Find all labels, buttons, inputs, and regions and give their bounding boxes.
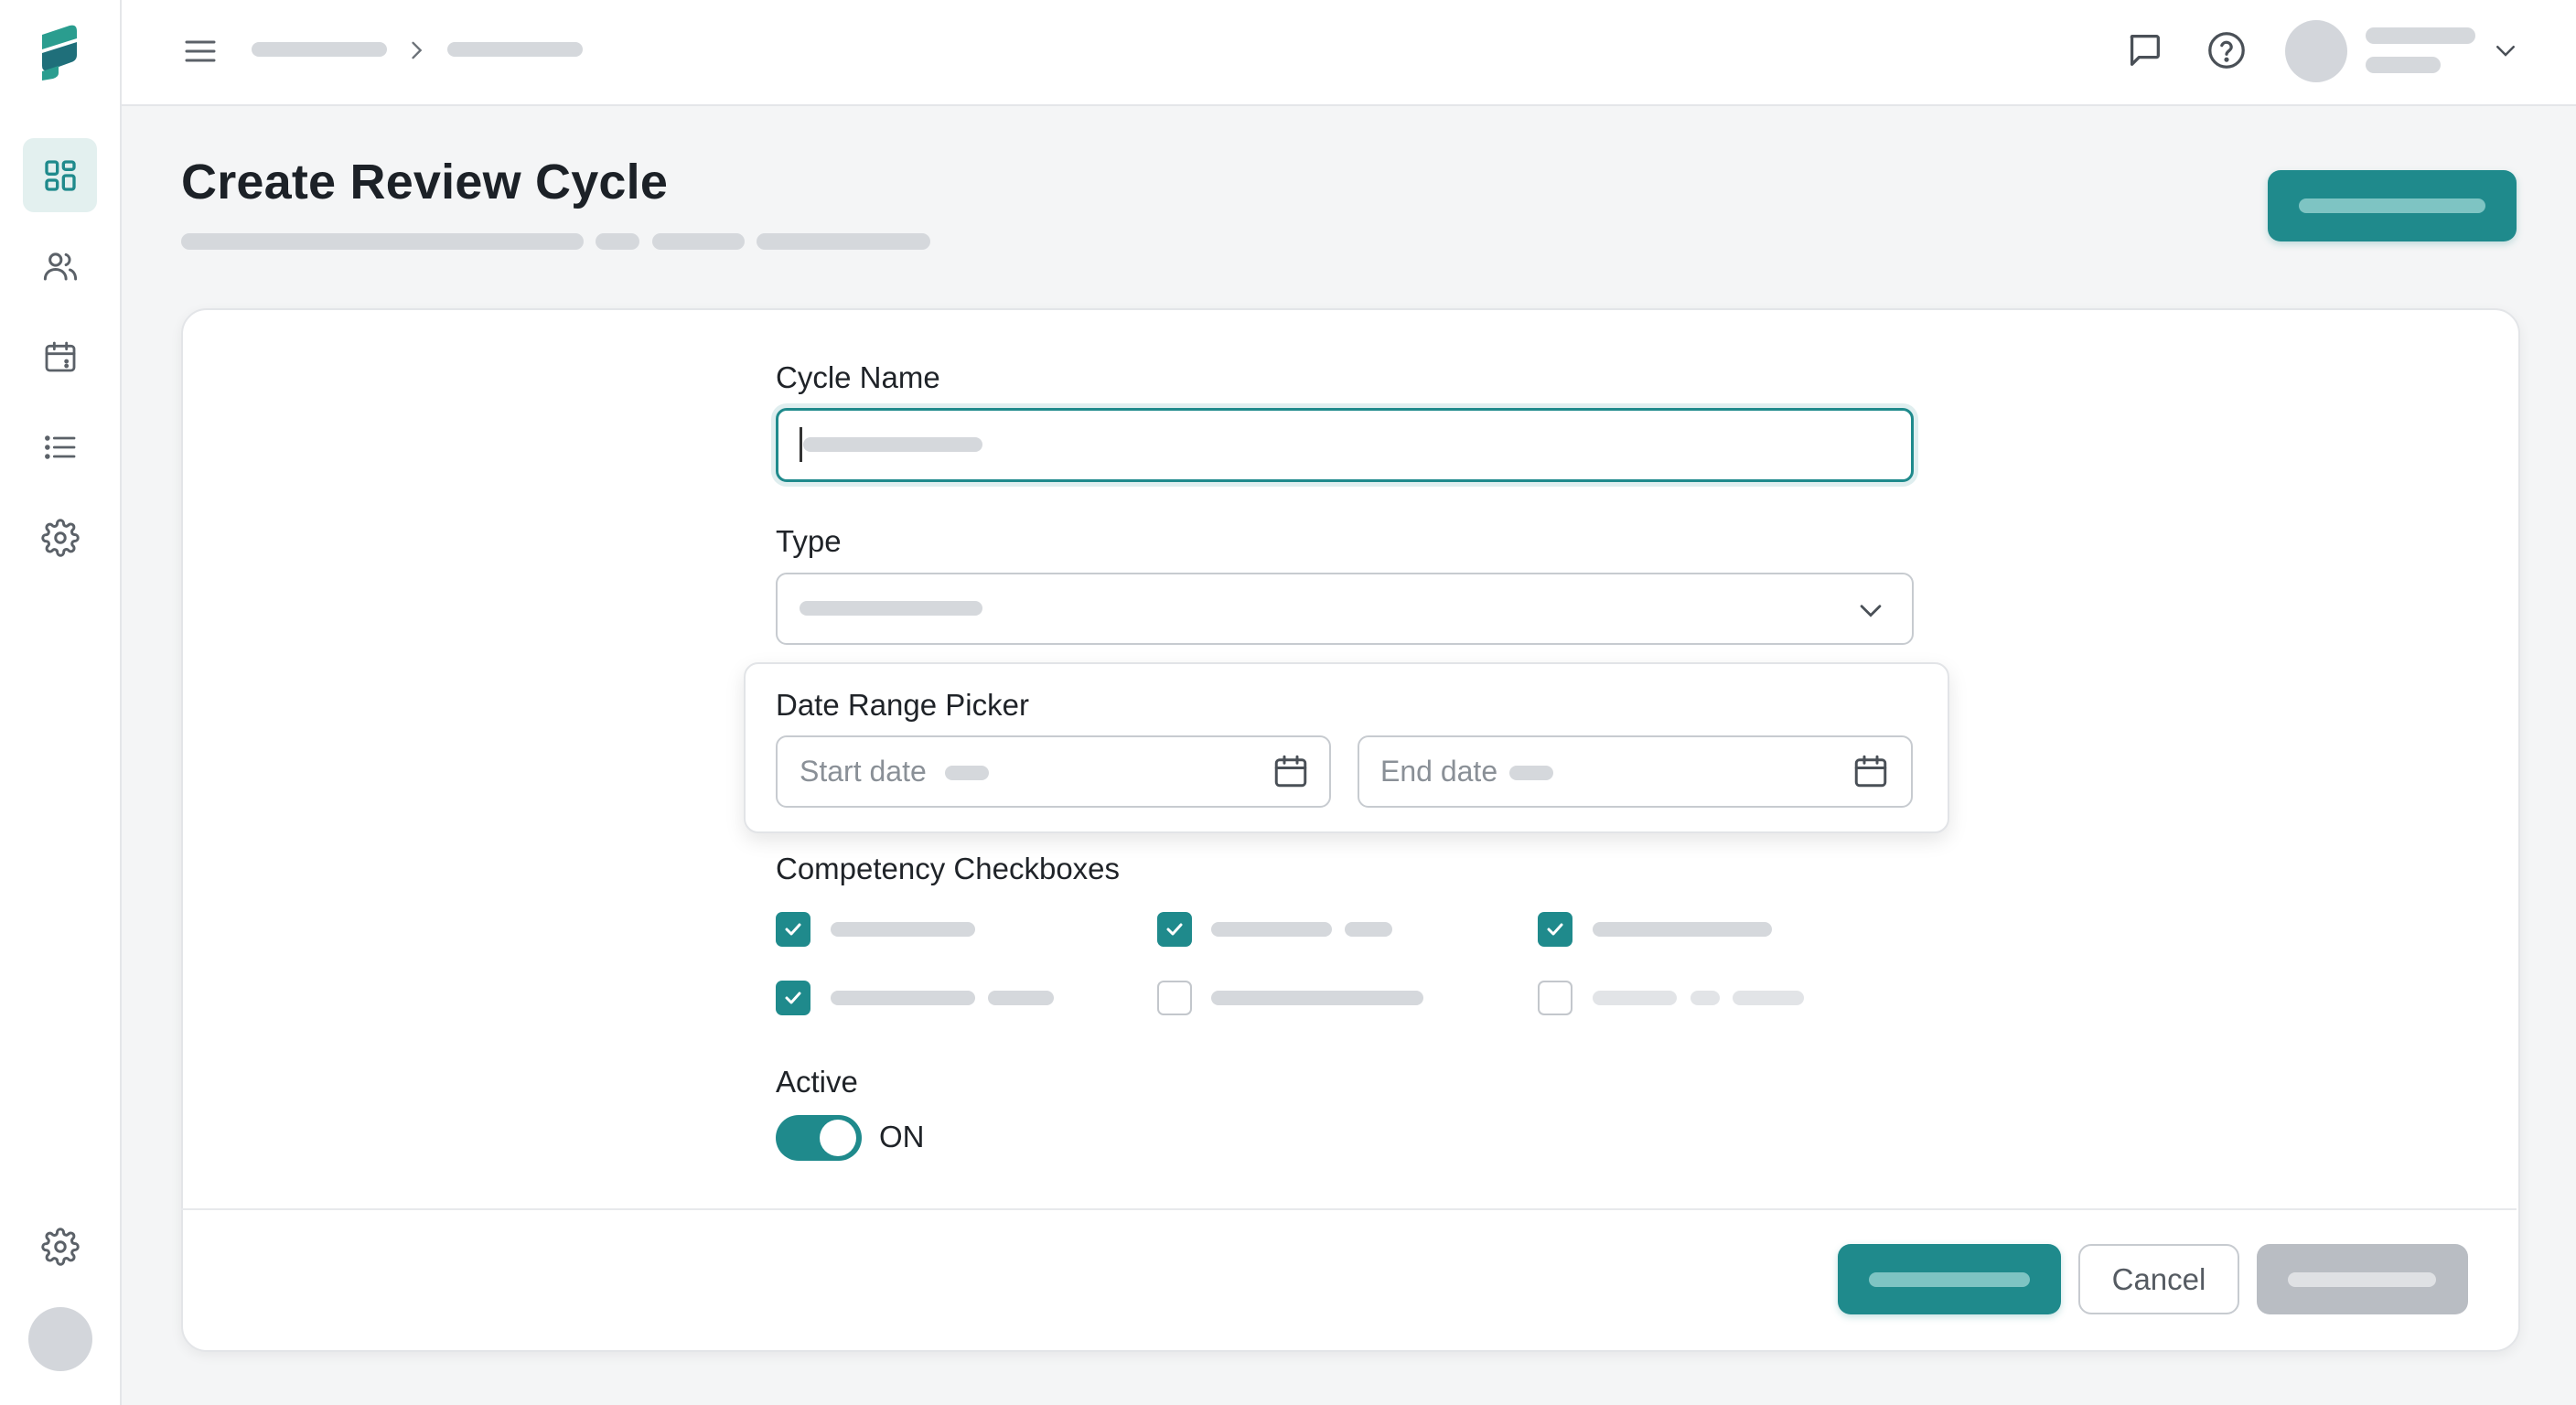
calendar-icon[interactable] — [1272, 752, 1310, 790]
competency-label-placeholder — [831, 922, 975, 937]
page-subtitle-placeholder — [596, 233, 639, 250]
chevron-right-icon — [412, 41, 423, 59]
competency-checkbox-1[interactable] — [776, 912, 810, 947]
text-cursor — [800, 427, 802, 462]
disabled-action-button — [2257, 1244, 2468, 1314]
menu-icon[interactable] — [182, 33, 219, 70]
sidebar-item-settings-bottom[interactable] — [23, 1209, 97, 1283]
check-icon — [1166, 923, 1183, 936]
active-state-text: ON — [879, 1120, 925, 1153]
date-range-label: Date Range Picker — [776, 688, 1029, 722]
chevron-down-icon[interactable] — [2492, 37, 2519, 64]
check-icon — [785, 923, 801, 936]
competency-label: Competency Checkboxes — [776, 852, 1121, 885]
check-icon — [1547, 923, 1563, 936]
page-subtitle-placeholder — [652, 233, 745, 250]
competency-label-placeholder — [1211, 991, 1423, 1005]
cycle-name-label: Cycle Name — [776, 360, 940, 394]
breadcrumb-item-placeholder[interactable] — [252, 42, 387, 57]
type-label: Type — [776, 524, 842, 558]
end-date-placeholder: End date — [1380, 755, 1498, 788]
settings-icon — [40, 1227, 80, 1266]
competency-label-placeholder — [1593, 922, 1772, 937]
breadcrumb-current-placeholder — [447, 42, 583, 57]
competency-label-placeholder — [1345, 922, 1392, 937]
sidebar-avatar[interactable] — [28, 1307, 92, 1371]
message-icon[interactable] — [2123, 29, 2165, 71]
submit-button[interactable] — [1838, 1244, 2061, 1314]
competency-checkbox-6[interactable] — [1538, 981, 1572, 1015]
competency-label-placeholder — [1211, 922, 1332, 937]
calendar-icon — [45, 341, 75, 371]
app-logo[interactable] — [35, 24, 86, 80]
page-subtitle-placeholder — [181, 233, 584, 250]
type-value-placeholder — [800, 601, 982, 616]
competency-label-placeholder — [831, 991, 975, 1005]
sidebar — [0, 0, 122, 1405]
competency-checkbox-2[interactable] — [1157, 912, 1192, 947]
header-primary-button[interactable] — [2268, 170, 2517, 241]
people-icon — [43, 252, 77, 280]
list-icon — [44, 434, 75, 459]
competency-checkbox-3[interactable] — [1538, 912, 1572, 947]
button-label-placeholder — [2288, 1272, 2436, 1287]
cancel-button[interactable]: Cancel — [2078, 1244, 2239, 1314]
page-title: Create Review Cycle — [181, 155, 669, 209]
toggle-knob — [820, 1120, 856, 1156]
chevron-down-icon — [1860, 605, 1882, 617]
check-icon — [785, 992, 801, 1004]
competency-checkbox-5[interactable] — [1157, 981, 1192, 1015]
page-subtitle-placeholder — [757, 233, 930, 250]
competency-label-placeholder — [1690, 991, 1720, 1005]
user-role-placeholder — [2366, 57, 2441, 73]
end-date-format-placeholder — [1509, 766, 1553, 780]
sidebar-item-dashboard[interactable] — [23, 138, 97, 212]
card-footer-divider — [181, 1208, 2517, 1210]
active-toggle[interactable] — [776, 1115, 862, 1161]
competency-label-placeholder — [1733, 991, 1804, 1005]
dashboard-icon — [44, 159, 76, 191]
cycle-name-value-placeholder — [803, 437, 982, 452]
sidebar-item-settings[interactable] — [23, 500, 97, 574]
sidebar-item-calendar[interactable] — [23, 319, 97, 393]
competency-checkbox-4[interactable] — [776, 981, 810, 1015]
button-label-placeholder — [1869, 1272, 2030, 1287]
user-avatar[interactable] — [2285, 20, 2347, 82]
user-name-placeholder — [2366, 27, 2475, 44]
competency-label-placeholder — [1593, 991, 1677, 1005]
sidebar-item-list[interactable] — [23, 410, 97, 484]
button-label-placeholder — [2299, 198, 2485, 213]
help-icon[interactable] — [2206, 29, 2248, 71]
top-bar — [122, 0, 2576, 106]
start-date-format-placeholder — [945, 766, 989, 780]
sidebar-item-people[interactable] — [23, 229, 97, 303]
calendar-icon[interactable] — [1852, 752, 1890, 790]
active-label: Active — [776, 1065, 858, 1099]
settings-icon — [40, 518, 80, 557]
competency-label-placeholder — [988, 991, 1054, 1005]
start-date-placeholder: Start date — [800, 755, 927, 788]
